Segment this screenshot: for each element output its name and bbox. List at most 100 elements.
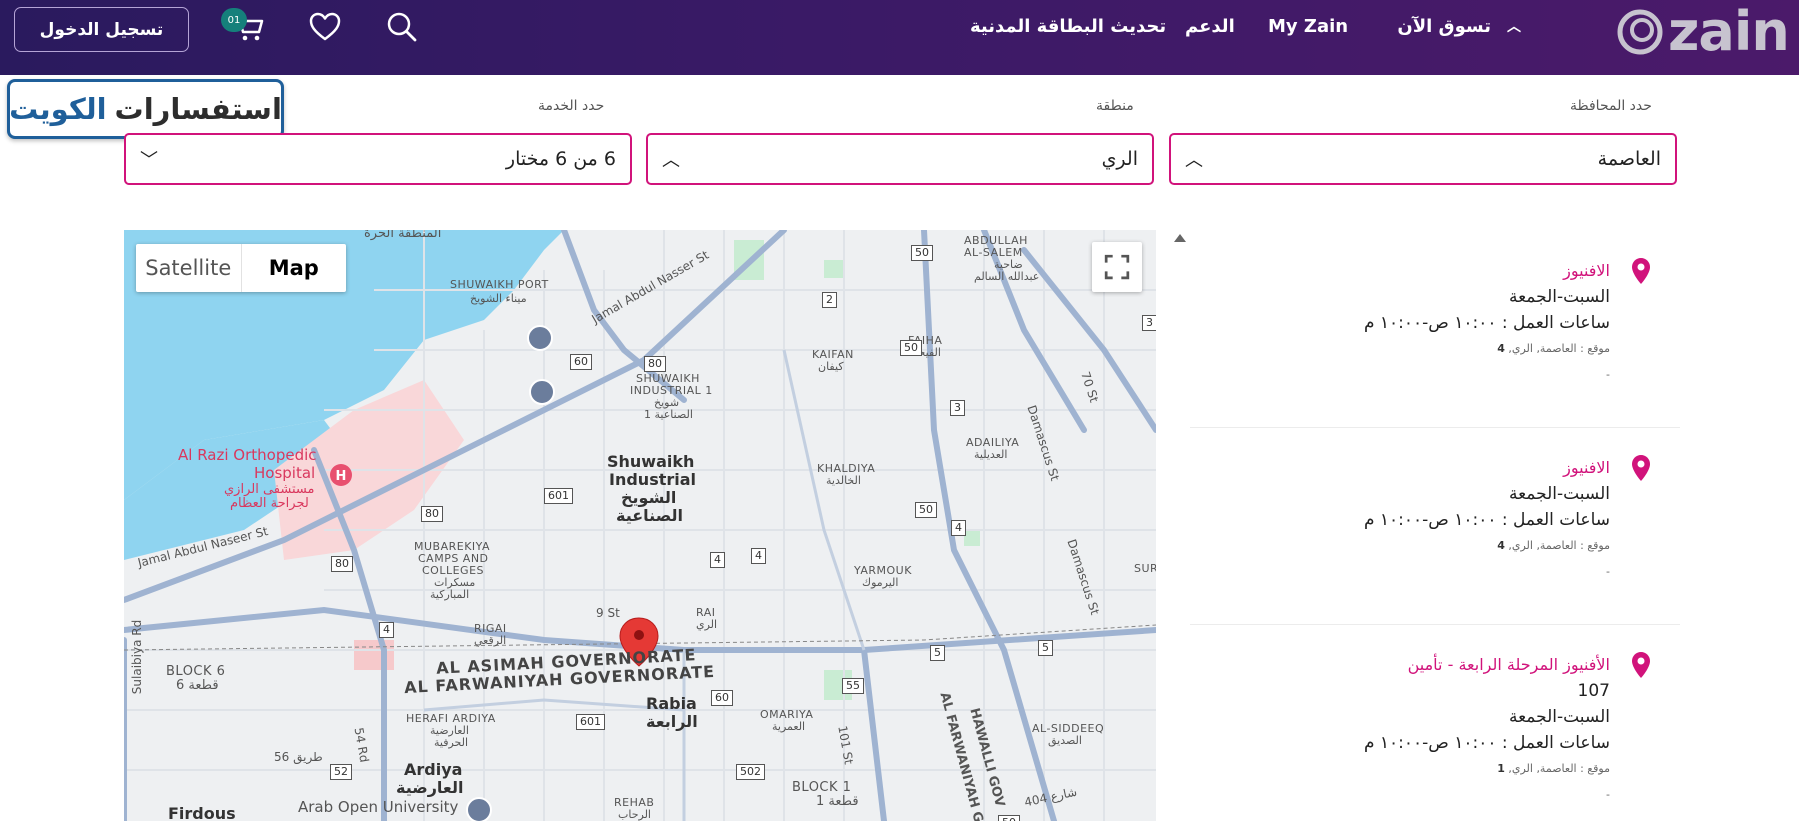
tab-map[interactable]: Map bbox=[240, 244, 347, 292]
nav-my-zain[interactable]: My Zain bbox=[1268, 0, 1348, 52]
result-extra: 107 bbox=[1577, 681, 1610, 701]
service-value: 6 من 6 مختار bbox=[505, 148, 616, 170]
map-label-siddeeq-ar: الصديق bbox=[1048, 734, 1082, 747]
map-label-sulaibiya: Sulaibiya Rd bbox=[130, 619, 145, 695]
map-canvas: H bbox=[124, 230, 1156, 821]
map-label-firdous: Firdous bbox=[168, 804, 236, 821]
map-label-port-ar: ميناء الشويخ bbox=[470, 292, 527, 305]
result-hours: ساعات العمل : ١٠:٠٠ ص-١٠:٠٠ م bbox=[1363, 733, 1610, 753]
map-label-rai-ar: الري bbox=[696, 618, 718, 631]
map-label-block1-ar: قطعة 1 bbox=[816, 794, 859, 809]
result-loc-label: موقع : bbox=[1580, 539, 1610, 552]
map-label-block6: BLOCK 6 bbox=[166, 664, 226, 679]
result-hours: ساعات العمل : ١٠:٠٠ ص-١٠:٠٠ م bbox=[1363, 313, 1610, 333]
map-label-rabia: Rabia bbox=[646, 694, 697, 713]
map-label-sur: SUR bbox=[1134, 562, 1156, 575]
list-item[interactable]: الافنيوز السبت-الجمعة ساعات العمل : ١٠:٠… bbox=[1190, 429, 1680, 625]
map-label-yarmouk-ar: اليرموك bbox=[862, 576, 899, 589]
road-shield: 4 bbox=[379, 622, 394, 638]
map-label-port: SHUWAIKH PORT bbox=[450, 278, 549, 291]
road-shield: 50 bbox=[900, 340, 922, 356]
result-days: السبت-الجمعة bbox=[1508, 484, 1610, 504]
fullscreen-icon bbox=[1104, 254, 1130, 280]
country-badge[interactable]: استفسارات الكويت bbox=[7, 79, 284, 139]
result-name: الافنيوز bbox=[1563, 458, 1610, 477]
country-badge-prefix: استفسارات bbox=[114, 92, 282, 126]
service-select[interactable]: ﹀ 6 من 6 مختار bbox=[124, 133, 632, 185]
map-label-kaifan-ar: كيفان bbox=[818, 360, 844, 373]
map-label-block6-ar: قطعة 6 bbox=[176, 678, 219, 693]
map-label-ardiya: Ardiya bbox=[404, 760, 463, 779]
nav-shop-label: تسوق الآن bbox=[1397, 15, 1491, 37]
area-select[interactable]: ︿ الري bbox=[646, 133, 1154, 185]
top-header: zain تسوق الآن ︿ My Zain الدعم تحديث الب… bbox=[0, 0, 1799, 75]
road-shield: 50 bbox=[915, 502, 937, 518]
result-loc-label: موقع : bbox=[1580, 342, 1610, 355]
login-button[interactable]: تسجيل الدخول bbox=[14, 7, 189, 52]
map-label-rabia-ar: الرابعة bbox=[646, 712, 698, 731]
list-item[interactable]: الافنيوز السبت-الجمعة ساعات العمل : ١٠:٠… bbox=[1190, 232, 1680, 428]
country-badge-country: الكويت bbox=[9, 92, 107, 126]
chevron-up-icon: ︿ bbox=[1185, 150, 1203, 171]
road-shield: 80 bbox=[331, 556, 353, 572]
road-shield: 60 bbox=[570, 354, 592, 370]
map-label-abdullah-ar2: عبدالله السالم bbox=[974, 270, 1040, 283]
map-label-hospital-ar2: لجراحة العظام bbox=[230, 496, 309, 511]
wishlist-button[interactable] bbox=[306, 8, 344, 46]
cart-count-badge: 01 bbox=[221, 8, 247, 32]
svg-text:H: H bbox=[336, 469, 347, 484]
road-shield: 4 bbox=[710, 552, 725, 568]
result-loc-text: العاصمة, الري, bbox=[1508, 342, 1577, 355]
map-label-hospital: Al Razi Orthopedic bbox=[178, 446, 317, 464]
list-item[interactable]: الأفنيوز المرحلة الرابعة - تأمين 107 الس… bbox=[1190, 626, 1680, 821]
nav-shop-now[interactable]: تسوق الآن ︿ bbox=[1376, 0, 1521, 52]
result-loc-num: 4 bbox=[1497, 342, 1505, 355]
map-label-free-zone: المنطقة الحرة bbox=[364, 230, 442, 241]
result-days: السبت-الجمعة bbox=[1508, 287, 1610, 307]
scroll-up-icon[interactable] bbox=[1174, 234, 1186, 242]
result-location: موقع : العاصمة, الري, 4 bbox=[1190, 533, 1610, 559]
fullscreen-button[interactable] bbox=[1092, 242, 1142, 292]
road-shield: 60 bbox=[711, 690, 733, 706]
location-pin-icon bbox=[1632, 455, 1650, 481]
location-pin-icon bbox=[1632, 652, 1650, 678]
map-label-shuwaikh: Shuwaikh bbox=[607, 452, 695, 471]
map-label-shuwaikh-ar: الشويخ bbox=[621, 488, 677, 507]
map-label-9st: 9 St bbox=[596, 606, 620, 620]
map-label-rehab-ar: الرحاب bbox=[618, 808, 651, 821]
nav-civil-card[interactable]: تحديث البطاقة المدنية bbox=[970, 0, 1166, 52]
area-label: منطقة bbox=[1096, 98, 1134, 114]
road-shield: 52 bbox=[330, 764, 352, 780]
search-button[interactable] bbox=[383, 8, 421, 46]
result-loc-num: 4 bbox=[1497, 539, 1505, 552]
map-label-khaldiya-ar: الخالدية bbox=[826, 474, 861, 487]
chevron-up-icon: ︿ bbox=[1507, 19, 1521, 35]
chevron-down-icon: ﹀ bbox=[140, 150, 158, 171]
heart-icon bbox=[309, 12, 341, 41]
map-label-industrial-ar: الصناعية bbox=[616, 506, 683, 525]
results-list: الافنيوز السبت-الجمعة ساعات العمل : ١٠:٠… bbox=[1190, 232, 1680, 821]
result-dash: - bbox=[1606, 565, 1610, 578]
map-label-block1: BLOCK 1 bbox=[792, 780, 852, 795]
tab-satellite[interactable]: Satellite bbox=[136, 244, 241, 292]
result-loc-num: 1 bbox=[1497, 762, 1505, 775]
result-loc-text: العاصمة, الري, bbox=[1508, 539, 1577, 552]
service-label: حدد الخدمة bbox=[538, 98, 605, 114]
area-value: الري bbox=[1101, 148, 1138, 170]
map-label-omariya-ar: العمرية bbox=[772, 720, 806, 733]
road-shield: 4 bbox=[751, 548, 766, 564]
zain-logo[interactable]: zain bbox=[1616, 4, 1791, 60]
nav-support[interactable]: الدعم bbox=[1185, 0, 1235, 52]
map-label-industrial: Industrial bbox=[609, 470, 697, 489]
road-shield: 3 bbox=[1142, 315, 1156, 331]
result-loc-text: العاصمة, الري, bbox=[1508, 762, 1577, 775]
search-icon bbox=[387, 12, 417, 42]
governorate-value: العاصمة bbox=[1597, 148, 1661, 170]
governorate-select[interactable]: ︿ العاصمة bbox=[1169, 133, 1677, 185]
road-shield: 4 bbox=[951, 520, 966, 536]
result-days: السبت-الجمعة bbox=[1508, 707, 1610, 727]
map-label-hospital-ar: مستشفى الرازي bbox=[224, 482, 315, 497]
map-label-adailiya-ar: العديلية bbox=[974, 448, 1008, 461]
map-view[interactable]: H Shuwaikh Industrial الشويخ الصناعية Ra… bbox=[124, 230, 1156, 821]
result-dash: - bbox=[1606, 368, 1610, 381]
